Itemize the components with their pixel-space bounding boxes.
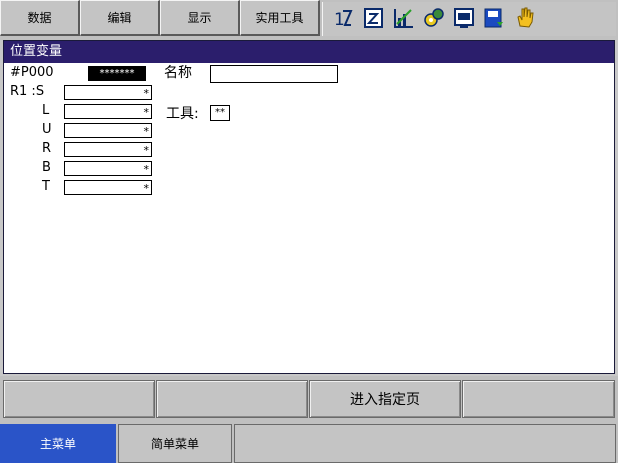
edit-icon[interactable] [363,6,385,30]
function-button-2[interactable] [156,380,308,418]
name-input[interactable] [210,65,338,83]
axis-r-field[interactable]: * [64,142,152,157]
top-menu-bar: 数据 编辑 显示 实用工具 1 [0,0,618,40]
axis-b-field[interactable]: * [64,161,152,176]
axis-r-label: R [42,141,52,156]
menu-edit[interactable]: 编辑 [80,0,160,36]
chart-icon[interactable] [393,6,415,30]
menu-utility[interactable]: 实用工具 [240,0,320,36]
axis-t-field[interactable]: * [64,180,152,195]
axis-u-label: U [42,122,52,137]
robot-axis-s-label: R1 :S [10,84,45,99]
axis-l-field[interactable]: * [64,104,152,119]
panel-title: 位置变量 [4,41,614,63]
name-label: 名称 [164,65,192,81]
bottom-tab-bar: 主菜单 简单菜单 [0,422,618,463]
save-icon[interactable] [483,6,505,30]
tab-main-menu[interactable]: 主菜单 [0,424,116,463]
tool-field[interactable]: ** [210,105,230,121]
tab-simple-menu[interactable]: 简单菜单 [118,424,232,463]
function-button-row: 进入指定页 [0,376,618,422]
function-button-4[interactable] [462,380,615,418]
variable-label: #P000 [10,65,54,80]
axis-l-label: L [42,103,50,118]
svg-text:1: 1 [334,10,345,30]
variable-value-field[interactable]: ******* [88,66,146,81]
axis-b-label: B [42,160,51,175]
axis-u-field[interactable]: * [64,123,152,138]
toolbar-icons: 1 [322,2,616,36]
position-variable-panel: 位置变量 #P000 ******* 名称 R1 :S * L * U * R … [3,40,615,374]
monitor-icon[interactable] [453,6,475,30]
axis-s-field[interactable]: * [64,85,152,100]
hand-icon[interactable] [513,6,535,30]
function-button-1[interactable] [3,380,155,418]
menu-display[interactable]: 显示 [160,0,240,36]
gears-icon[interactable] [423,6,445,30]
axis-order-icon[interactable]: 1 [333,6,355,30]
jump-to-page-button[interactable]: 进入指定页 [309,380,461,418]
axis-t-label: T [42,179,50,194]
tool-label: 工具: [166,106,199,122]
menu-data[interactable]: 数据 [0,0,80,36]
tab-empty-area [234,424,616,463]
